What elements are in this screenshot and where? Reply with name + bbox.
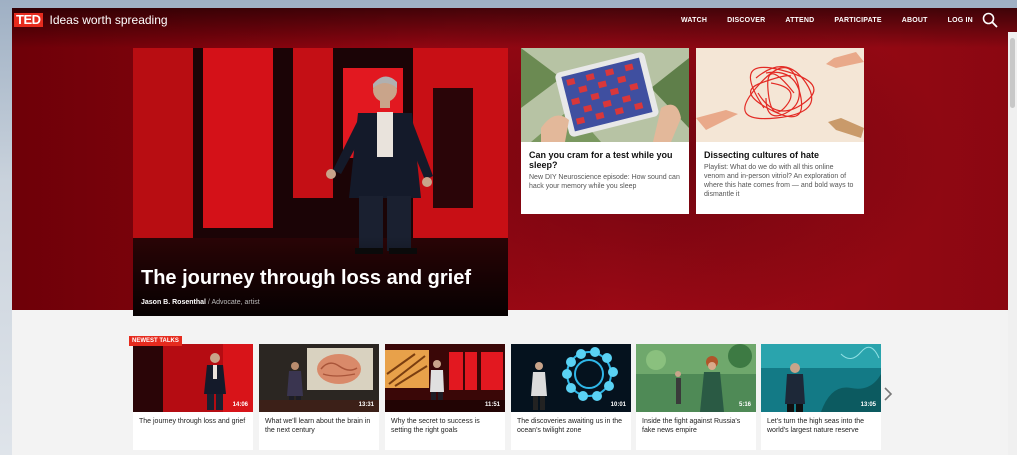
- hero-title[interactable]: The journey through loss and grief: [141, 267, 471, 290]
- chevron-right-icon[interactable]: [882, 386, 894, 402]
- talk-thumbnail: 13:31: [259, 344, 379, 412]
- nav-about[interactable]: ABOUT: [902, 17, 928, 24]
- hero-feature[interactable]: The journey through loss and grief Jason…: [133, 48, 508, 316]
- talk-duration: 13:31: [358, 402, 374, 408]
- talk-duration: 5:16: [738, 402, 751, 408]
- talk-title[interactable]: Inside the fight against Russia's fake n…: [642, 417, 750, 435]
- hero-speaker[interactable]: Jason B. Rosenthal: [141, 299, 206, 306]
- browser-page: TED Ideas worth spreading WATCH DISCOVER…: [12, 8, 1017, 455]
- talk-card[interactable]: 11:51 Why the secret to success is setti…: [385, 344, 505, 450]
- talk-card[interactable]: 13:31 What we'll learn about the brain i…: [259, 344, 379, 450]
- talk-thumbnail: 14:06: [133, 344, 253, 412]
- talk-card[interactable]: 5:16 Inside the fight against Russia's f…: [636, 344, 756, 450]
- talk-duration: 10:01: [610, 402, 626, 408]
- talk-thumbnail: 10:01: [511, 344, 631, 412]
- feature-card-sleep[interactable]: Can you cram for a test while you sleep?…: [521, 48, 689, 214]
- card-description: Playlist: What do we do with all this on…: [704, 164, 854, 198]
- talk-title[interactable]: The discoveries awaiting us in the ocean…: [517, 417, 625, 435]
- card-description: New DIY Neuroscience episode: How sound …: [529, 174, 680, 190]
- card-title[interactable]: Dissecting cultures of hate: [704, 150, 856, 160]
- talk-title[interactable]: The journey through loss and grief: [139, 417, 247, 426]
- card-title[interactable]: Can you cram for a test while you sleep?: [529, 150, 681, 170]
- top-nav: TED Ideas worth spreading WATCH DISCOVER…: [12, 8, 1017, 32]
- newest-talks-badge: NEWEST TALKS: [129, 336, 182, 346]
- talk-duration: 11:51: [484, 402, 500, 408]
- talk-duration: 13:05: [860, 402, 876, 408]
- talk-thumbnail: 5:16: [636, 344, 756, 412]
- talk-title[interactable]: Why the secret to success is setting the…: [391, 417, 499, 435]
- page-scrollbar[interactable]: [1008, 32, 1017, 455]
- nav-login[interactable]: LOG IN: [948, 17, 973, 24]
- feature-card-hate[interactable]: Dissecting cultures of hate Playlist: Wh…: [696, 48, 864, 214]
- talk-title[interactable]: What we'll learn about the brain in the …: [265, 417, 373, 435]
- scrollbar-thumb[interactable]: [1010, 38, 1015, 108]
- card-thumbnail-tangle: [696, 48, 864, 142]
- hero-byline: Jason B. Rosenthal / Advocate, artist: [141, 299, 260, 306]
- search-icon[interactable]: [981, 11, 999, 29]
- byline-separator: /: [207, 299, 210, 306]
- talk-thumbnail: 11:51: [385, 344, 505, 412]
- talk-title[interactable]: Let's turn the high seas into the world'…: [767, 417, 875, 435]
- talk-card[interactable]: 10:01 The discoveries awaiting us in the…: [511, 344, 631, 450]
- hero-speaker-role: Advocate, artist: [211, 299, 260, 306]
- nav-attend[interactable]: ATTEND: [785, 17, 814, 24]
- talk-thumbnail: 13:05: [761, 344, 881, 412]
- talk-card[interactable]: 14:06 The journey through loss and grief: [133, 344, 253, 450]
- nav-participate[interactable]: PARTICIPATE: [834, 17, 881, 24]
- nav-links: WATCH DISCOVER ATTEND PARTICIPATE ABOUT …: [681, 8, 993, 32]
- talk-duration: 14:06: [232, 402, 248, 408]
- talk-card[interactable]: 13:05 Let's turn the high seas into the …: [761, 344, 881, 450]
- tagline: Ideas worth spreading: [49, 13, 168, 27]
- ted-logo[interactable]: TED: [14, 13, 43, 27]
- nav-watch[interactable]: WATCH: [681, 17, 707, 24]
- card-thumbnail-tablet: [521, 48, 689, 142]
- nav-discover[interactable]: DISCOVER: [727, 17, 765, 24]
